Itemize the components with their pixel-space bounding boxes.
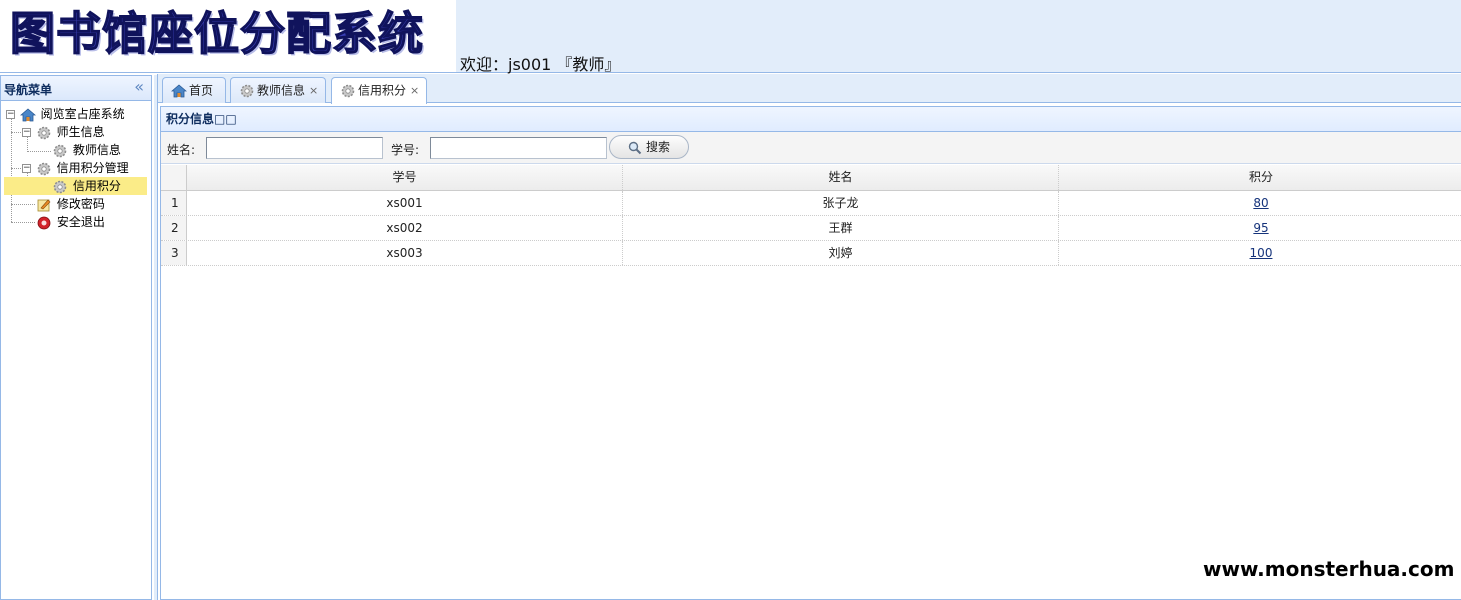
tab-credit-score[interactable]: 信用积分 × [331, 77, 427, 104]
collapse-icon[interactable]: « [134, 77, 144, 96]
score-link[interactable]: 100 [1250, 246, 1273, 260]
watermark-text: www.monsterhua.com [1203, 557, 1455, 581]
column-header-name[interactable]: 姓名 [623, 165, 1059, 190]
score-cell: 100 [1059, 241, 1461, 265]
search-button[interactable]: 搜索 [609, 135, 689, 159]
tree-collapse-icon[interactable]: − [22, 128, 31, 137]
search-icon [628, 141, 642, 154]
row-number: 1 [161, 191, 187, 215]
student-id-label: 学号: [391, 143, 420, 157]
tree-node-label: 阅览室占座系统 [40, 107, 125, 121]
tree-node-label: 教师信息 [72, 143, 121, 157]
home-icon [171, 83, 187, 97]
close-icon[interactable]: × [410, 79, 419, 103]
score-link[interactable]: 80 [1253, 196, 1268, 210]
main-area: 首页 教师信息 × 信用积分 × 积分信息□□ 姓名: 学号: 搜索 学号 姓名… [157, 74, 1461, 600]
home-icon [19, 107, 36, 121]
row-number-header [161, 165, 187, 190]
search-button-label: 搜索 [645, 140, 670, 154]
name-cell: 张子龙 [623, 191, 1059, 215]
table-header-row: 学号 姓名 积分 [161, 165, 1461, 191]
search-toolbar: 姓名: 学号: 搜索 [161, 132, 1461, 164]
gear-icon [240, 84, 254, 97]
score-cell: 95 [1059, 216, 1461, 240]
column-header-student-id[interactable]: 学号 [187, 165, 623, 190]
tree-node-label: 信用积分管理 [56, 161, 129, 175]
tree-node-label: 修改密码 [56, 197, 105, 211]
name-input[interactable] [206, 137, 383, 159]
tree-node-logout[interactable]: 安全退出 [36, 213, 105, 231]
exit-icon [37, 216, 51, 229]
table-row[interactable]: 3 xs003 刘婷 100 [161, 241, 1461, 266]
logo-text: 图书馆座位分配系统 [9, 6, 425, 61]
score-table: 学号 姓名 积分 1 xs001 张子龙 80 2 xs002 王群 95 3 … [161, 165, 1461, 266]
sidebar: 导航菜单 « − 阅览室占座系统 − 师生信息 教师信息 − 信用积分管理 信用… [0, 75, 152, 600]
tab-teacher-info[interactable]: 教师信息 × [230, 77, 326, 103]
gear-icon [53, 144, 67, 157]
tab-home[interactable]: 首页 [162, 77, 226, 103]
gear-icon [37, 162, 51, 175]
tree-node-credit-score[interactable]: 信用积分 [4, 177, 147, 195]
tree-node-teacher-info[interactable]: 教师信息 [52, 141, 121, 159]
student-id-cell: xs003 [187, 241, 623, 265]
name-label: 姓名: [167, 143, 196, 157]
tab-label: 教师信息 [257, 83, 306, 98]
welcome-message: 欢迎：js001 『教师』 [460, 55, 621, 74]
close-icon[interactable]: × [309, 79, 318, 103]
gear-icon [341, 84, 355, 97]
tree-node-label: 信用积分 [72, 179, 121, 193]
score-cell: 80 [1059, 191, 1461, 215]
student-id-input[interactable] [430, 137, 607, 159]
tree-node-people-info[interactable]: − 师生信息 [22, 123, 105, 141]
nav-tree: − 阅览室占座系统 − 师生信息 教师信息 − 信用积分管理 信用积分 修改密码… [1, 101, 151, 301]
score-panel: 积分信息□□ 姓名: 学号: 搜索 学号 姓名 积分 1 xs001 张子龙 8… [160, 106, 1461, 600]
tab-label: 信用积分 [358, 83, 407, 98]
row-number: 2 [161, 216, 187, 240]
student-id-cell: xs002 [187, 216, 623, 240]
tree-collapse-icon[interactable]: − [22, 164, 31, 173]
row-number: 3 [161, 241, 187, 265]
nav-header: 导航菜单 « [1, 76, 151, 101]
panel-title: 积分信息□□ [161, 107, 1461, 132]
tree-node-credit-management[interactable]: − 信用积分管理 [22, 159, 129, 177]
gear-icon [53, 180, 67, 193]
tree-node-root[interactable]: − 阅览室占座系统 [6, 105, 125, 123]
tree-collapse-icon[interactable]: − [6, 110, 15, 119]
gear-icon [37, 126, 51, 139]
tree-node-label: 安全退出 [56, 215, 105, 229]
tab-label: 首页 [189, 83, 214, 98]
score-link[interactable]: 95 [1253, 221, 1268, 235]
app-header: 图书馆座位分配系统 欢迎：js001 『教师』 [0, 0, 1461, 74]
student-id-cell: xs001 [187, 191, 623, 215]
name-cell: 刘婷 [623, 241, 1059, 265]
tree-node-label: 师生信息 [56, 125, 105, 139]
edit-icon [37, 199, 51, 211]
table-row[interactable]: 2 xs002 王群 95 [161, 216, 1461, 241]
name-cell: 王群 [623, 216, 1059, 240]
nav-title: 导航菜单 [4, 83, 53, 97]
column-header-score[interactable]: 积分 [1059, 165, 1461, 190]
table-row[interactable]: 1 xs001 张子龙 80 [161, 191, 1461, 216]
tree-node-change-password[interactable]: 修改密码 [36, 195, 105, 213]
logo: 图书馆座位分配系统 [0, 0, 456, 72]
tabs-bar: 首页 教师信息 × 信用积分 × [158, 74, 1461, 104]
